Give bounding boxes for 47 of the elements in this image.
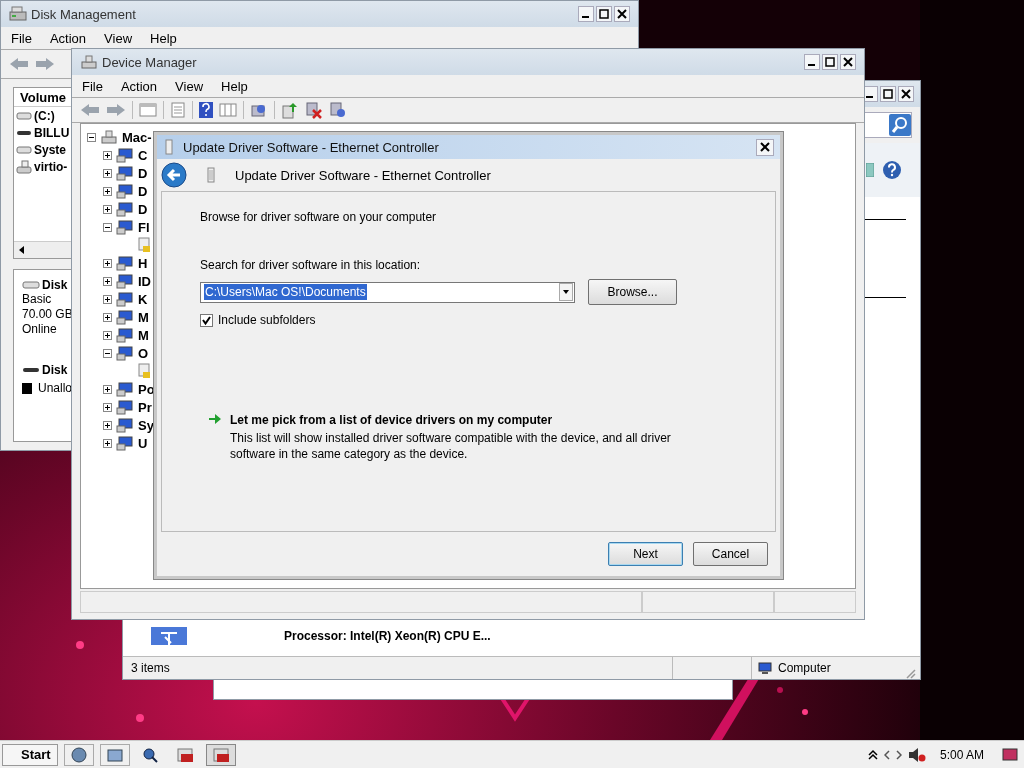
tree-item[interactable]: D <box>138 183 148 199</box>
tree-item[interactable]: Sy <box>138 417 154 433</box>
menu-item[interactable]: Help <box>221 78 248 94</box>
disk-detail: Online <box>22 322 57 337</box>
tree-item[interactable]: ID <box>138 273 151 289</box>
dialog-header: Update Driver Software - Ethernet Controller <box>235 167 491 183</box>
tree-item[interactable]: O <box>138 345 149 361</box>
volume-name[interactable]: virtio- <box>34 159 68 174</box>
volume-name[interactable]: BILLU <box>34 125 70 140</box>
window-title: Device Manager <box>102 54 197 70</box>
tree-item[interactable]: Mac- <box>122 129 152 145</box>
field-label: Search for driver software in this location: <box>200 258 422 272</box>
clock[interactable]: 5:00 AM <box>939 747 984 762</box>
checkbox-label[interactable]: Include subfolders <box>218 313 316 327</box>
tree-item[interactable]: H <box>138 255 148 271</box>
cancel-button[interactable]: Cancel <box>693 542 768 566</box>
menu-item[interactable]: File <box>11 30 32 46</box>
menu-item[interactable]: Action <box>49 30 87 46</box>
option-link[interactable]: Let me pick from a list of device drivers on my computer <box>230 413 685 427</box>
tree-item[interactable]: M <box>138 309 149 325</box>
next-button[interactable]: Next <box>608 542 683 566</box>
tree-item[interactable]: U <box>138 435 148 451</box>
path-combo-box[interactable]: C:\Users\Mac OS!\Documents <box>200 281 575 303</box>
disk-name: Disk <box>42 278 68 292</box>
tree-item[interactable]: M <box>138 327 149 343</box>
page-heading: Browse for driver software on your computer <box>200 210 438 224</box>
dialog-title: Update Driver Software - Ethernet Controller <box>183 139 439 155</box>
processor-label: Processor: Intel(R) Xeon(R) CPU E... <box>284 629 491 643</box>
tree-item[interactable]: Pr <box>138 399 152 415</box>
tree-item[interactable]: D <box>138 165 148 181</box>
tree-item[interactable]: D <box>138 201 148 217</box>
volume-name[interactable]: (C:) <box>34 108 55 123</box>
location-label: Computer <box>778 661 831 675</box>
volume-name[interactable]: Syste <box>34 142 67 157</box>
browse-button[interactable]: Browse... <box>588 279 677 305</box>
legend-label: Unallo <box>38 381 73 395</box>
disk-name: Disk <box>42 363 68 377</box>
tree-item[interactable]: K <box>138 291 148 307</box>
start-button[interactable]: Start <box>2 743 58 766</box>
menu-item[interactable]: Help <box>150 30 177 46</box>
disk-detail: Basic <box>22 292 52 307</box>
item-count: 3 items <box>123 657 673 679</box>
tree-item[interactable]: Fl <box>138 219 150 235</box>
menu-item[interactable]: View <box>104 30 133 46</box>
tree-item[interactable]: C <box>138 147 148 163</box>
option-description: This list will show installed driver software compatible with the device, and all driver software in the same category as the device. <box>230 430 672 462</box>
window-title: Disk Management <box>31 6 136 22</box>
